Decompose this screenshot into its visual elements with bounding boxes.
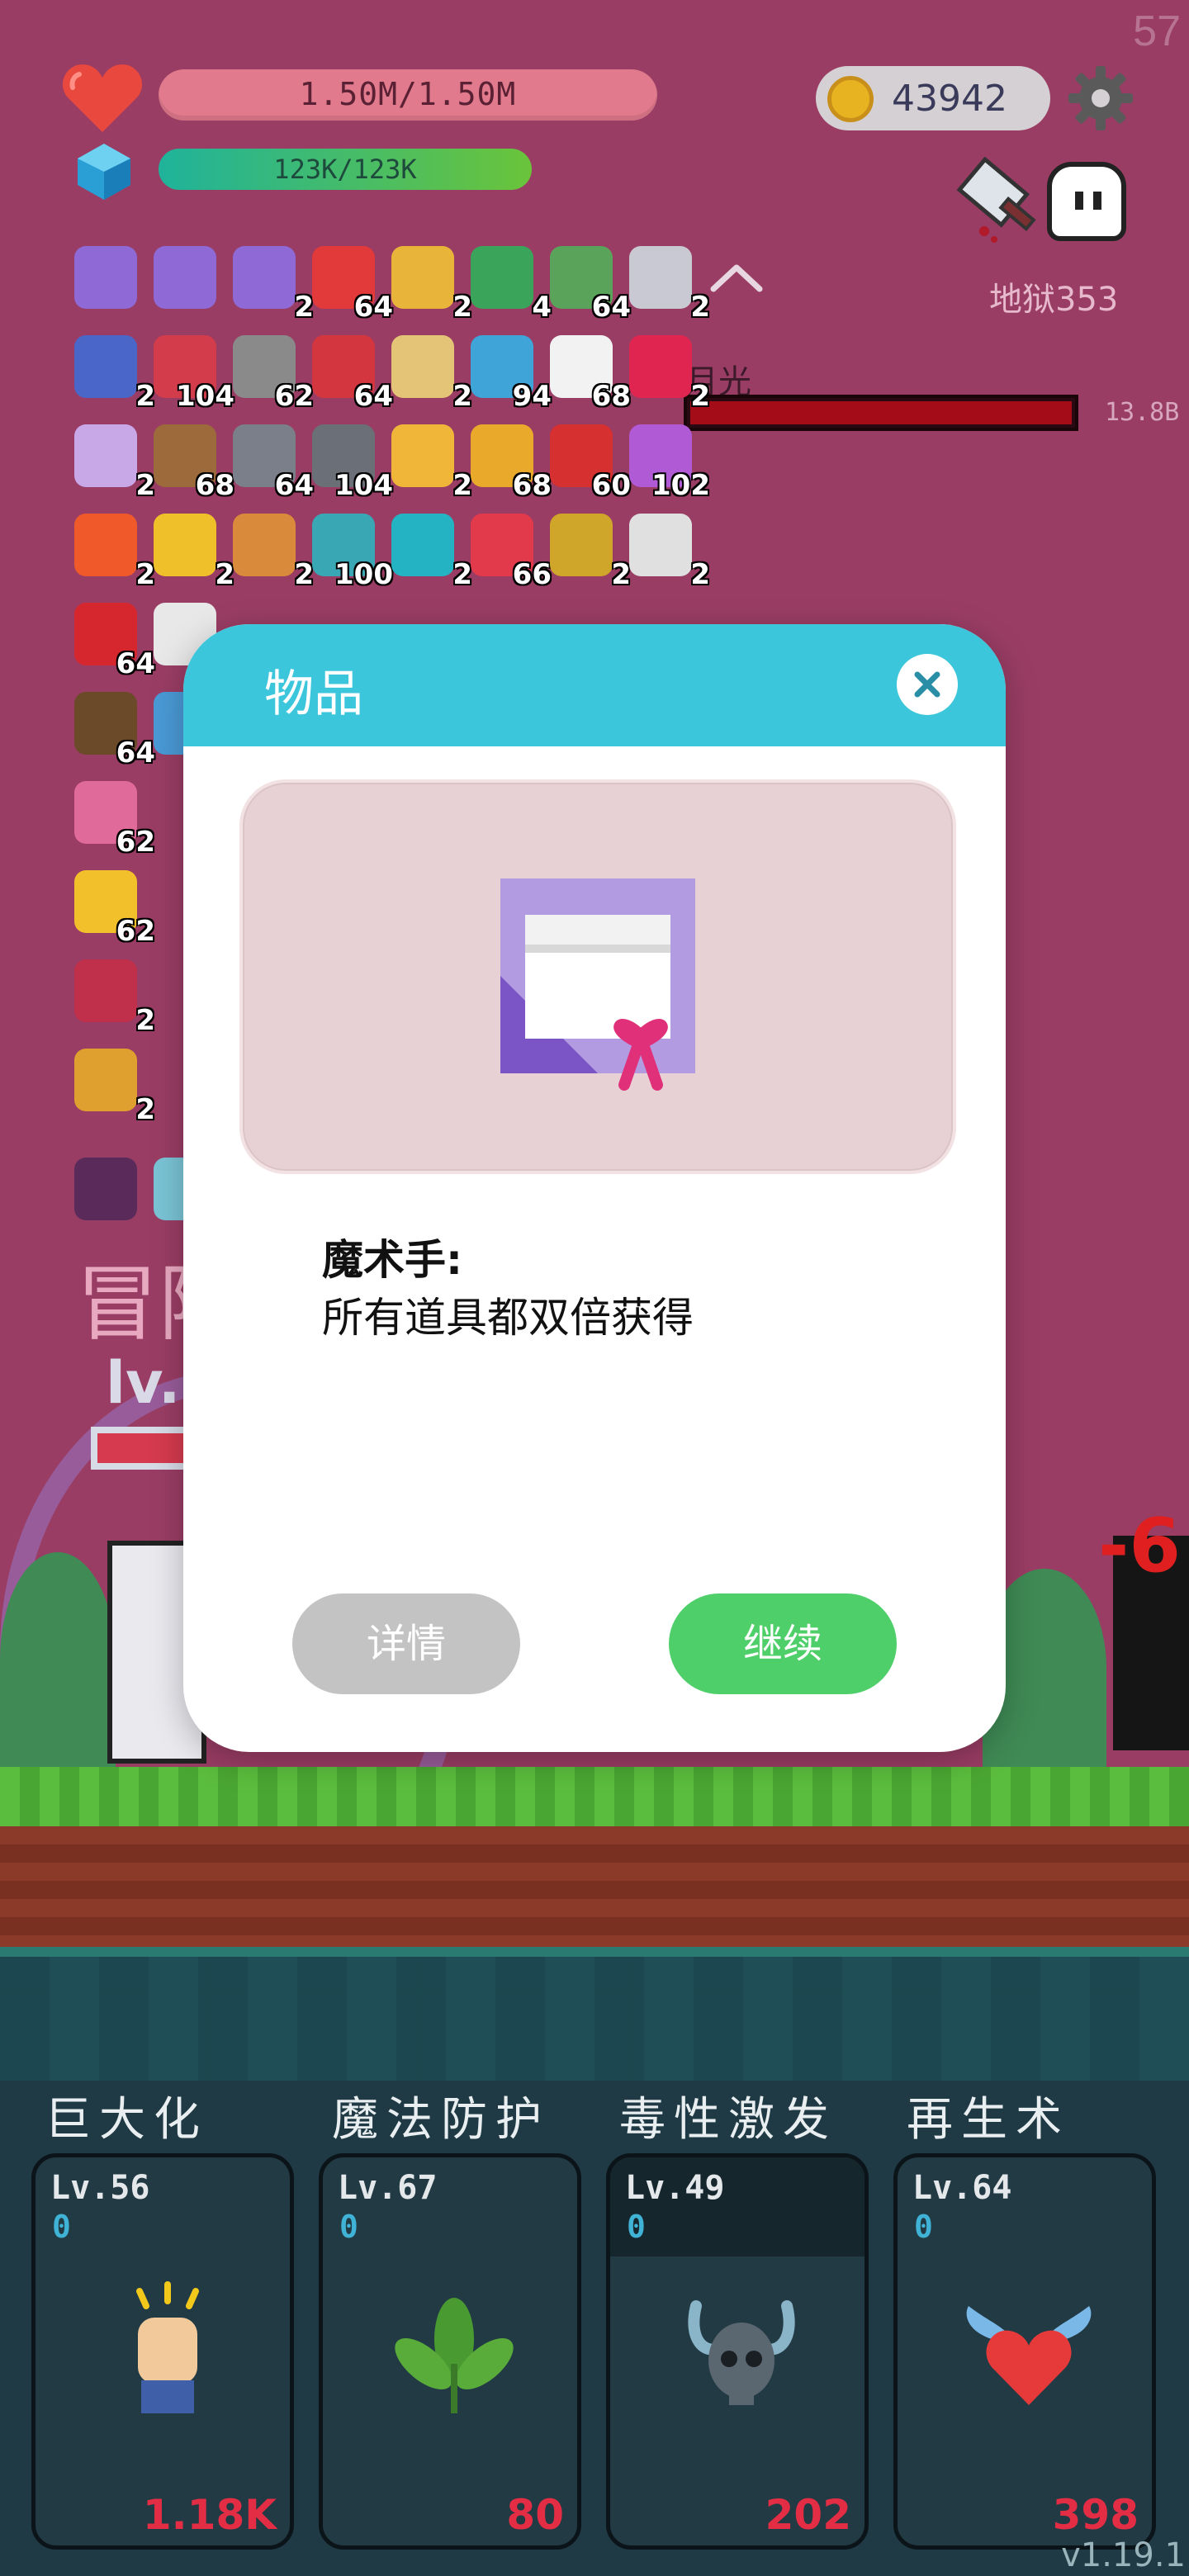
item-name: 魔术手: xyxy=(322,1236,462,1284)
modal-header: 物品 xyxy=(183,624,1006,746)
modal-title: 物品 xyxy=(264,665,363,723)
details-button[interactable]: 详情 xyxy=(292,1593,520,1694)
item-preview-frame xyxy=(239,779,956,1174)
item-modal: 物品 魔术手: 所有道具都双倍获得 详情 继续 xyxy=(183,624,1006,1752)
close-button[interactable] xyxy=(897,654,958,715)
continue-button[interactable]: 继续 xyxy=(669,1593,897,1694)
gift-scroll-icon xyxy=(500,878,695,1091)
close-icon xyxy=(914,671,940,698)
item-description: 所有道具都双倍获得 xyxy=(322,1294,694,1342)
